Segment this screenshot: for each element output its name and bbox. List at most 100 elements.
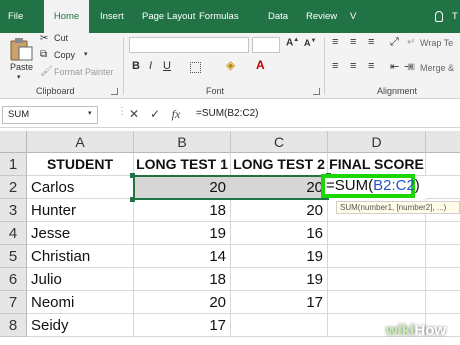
fill-color-icon[interactable]: ◈ [226, 58, 235, 72]
table-cell[interactable]: 14 [134, 245, 231, 268]
table-cell[interactable]: 19 [231, 245, 328, 268]
ribbon-home: Paste ▾ ✂ Cut ⧉ Copy ▾ 🖌 Format Painter … [0, 33, 460, 99]
table-cell[interactable] [328, 268, 426, 291]
align-center-icon[interactable]: ≡ [350, 60, 356, 72]
table-cell[interactable] [328, 245, 426, 268]
table-cell[interactable]: Julio [27, 268, 134, 291]
row-header[interactable]: 4 [0, 222, 27, 245]
tab-insert[interactable]: Insert [100, 0, 124, 33]
row-header[interactable]: 6 [0, 268, 27, 291]
table-header-cell[interactable]: STUDENT [27, 153, 134, 176]
formula-range-reference: B2:C2 [373, 177, 415, 194]
watermark-how: How [414, 322, 447, 339]
font-size-dropdown[interactable] [252, 37, 280, 53]
table-header-cell[interactable]: FINAL SCORE [328, 153, 426, 176]
row-header[interactable]: 3 [0, 199, 27, 222]
borders-icon[interactable] [190, 62, 201, 73]
table-cell[interactable]: 17 [231, 291, 328, 314]
table-cell[interactable]: Hunter [27, 199, 134, 222]
decrease-indent-icon[interactable]: ⇤ [390, 60, 399, 73]
watermark-wiki: wiki [386, 322, 415, 339]
font-name-dropdown[interactable] [129, 37, 249, 53]
table-cell[interactable]: Carlos [27, 176, 134, 199]
cancel-icon[interactable]: ✕ [125, 104, 143, 124]
column-header-b[interactable]: B [134, 131, 231, 153]
align-left-icon[interactable]: ≡ [332, 60, 338, 72]
merge-icon: ⊞ [407, 62, 416, 73]
align-middle-icon[interactable]: ≡ [350, 36, 356, 48]
paste-button[interactable]: Paste ▾ [6, 35, 36, 83]
select-all-corner[interactable] [0, 131, 27, 153]
wrap-text-icon: ↵ [407, 37, 416, 48]
tab-review[interactable]: Review [306, 0, 337, 33]
tab-view[interactable]: V [350, 0, 356, 33]
fill-handle[interactable] [130, 173, 135, 178]
table-cell[interactable]: Seidy [27, 314, 134, 337]
table-cell[interactable]: 20 [231, 199, 328, 222]
tab-data[interactable]: Data [268, 0, 288, 33]
name-box[interactable]: SUM [2, 106, 98, 124]
row-header[interactable]: 7 [0, 291, 27, 314]
table-cell[interactable] [426, 245, 460, 268]
wikihow-watermark: wikiHow [386, 322, 446, 339]
table-cell[interactable]: 17 [134, 314, 231, 337]
cut-label: Cut [54, 33, 69, 43]
dialog-launcher-icon[interactable] [313, 88, 320, 95]
enter-icon[interactable]: ✓ [146, 104, 164, 124]
italic-icon[interactable]: I [149, 60, 152, 72]
align-top-icon[interactable]: ≡ [332, 36, 339, 48]
dialog-launcher-icon[interactable] [111, 88, 118, 95]
copy-icon: ⧉ [40, 49, 48, 60]
format-painter-label: Format Painter [54, 67, 114, 77]
table-cell[interactable]: 19 [231, 268, 328, 291]
table-cell[interactable] [426, 268, 460, 291]
align-right-icon[interactable]: ≡ [368, 60, 374, 72]
bold-icon[interactable]: B [132, 60, 140, 72]
fill-handle[interactable] [130, 197, 135, 202]
column-header-d[interactable]: D [328, 131, 426, 153]
clipboard-group-label: Clipboard [36, 86, 75, 96]
chevron-down-icon[interactable]: ▾ [88, 109, 92, 117]
table-cell[interactable]: 18 [134, 268, 231, 291]
table-cell[interactable]: Christian [27, 245, 134, 268]
table-cell[interactable] [231, 314, 328, 337]
tab-tell-me[interactable]: T [452, 0, 458, 33]
insert-function-icon[interactable]: fx [167, 104, 185, 124]
table-cell[interactable]: 19 [134, 222, 231, 245]
column-header-e[interactable] [426, 131, 460, 153]
row-header[interactable]: 8 [0, 314, 27, 337]
column-header-a[interactable]: A [27, 131, 134, 153]
table-cell[interactable]: 16 [231, 222, 328, 245]
lightbulb-icon[interactable] [435, 11, 443, 22]
function-tooltip: SUM(number1, [number2], ...) [336, 201, 460, 214]
tab-file[interactable]: File [8, 0, 23, 33]
table-cell[interactable]: Jesse [27, 222, 134, 245]
row-header[interactable]: 1 [0, 153, 27, 176]
row-header[interactable]: 5 [0, 245, 27, 268]
table-header-cell[interactable]: LONG TEST 1 [134, 153, 231, 176]
table-cell[interactable]: Neomi [27, 291, 134, 314]
table-cell[interactable]: 20 [134, 291, 231, 314]
align-bottom-icon[interactable]: ≡ [368, 36, 374, 48]
increase-font-size-icon[interactable]: A▲ [286, 37, 299, 48]
underline-icon[interactable]: U [163, 60, 171, 72]
tab-home[interactable]: Home [44, 0, 89, 33]
table-cell[interactable] [328, 222, 426, 245]
column-header-c[interactable]: C [231, 131, 328, 153]
table-cell[interactable] [328, 291, 426, 314]
table-cell[interactable] [426, 222, 460, 245]
active-cell-editor[interactable]: =SUM(B2:C2) [321, 174, 420, 198]
table-cell[interactable] [426, 176, 460, 199]
table-cell[interactable] [426, 291, 460, 314]
formula-input[interactable]: =SUM(B2:C2) [196, 106, 259, 122]
orientation-icon[interactable]: ⤢ [390, 36, 399, 49]
decrease-font-size-icon[interactable]: A▼ [304, 38, 316, 48]
row-header[interactable]: 2 [0, 176, 27, 199]
tab-formulas[interactable]: Formulas [199, 0, 239, 33]
tab-page-layout[interactable]: Page Layout [142, 0, 195, 33]
table-cell[interactable]: 18 [134, 199, 231, 222]
table-header-cell[interactable]: LONG TEST 2 [231, 153, 328, 176]
table-cell[interactable] [426, 153, 460, 176]
font-color-icon[interactable]: A [256, 58, 265, 72]
paste-icon [10, 38, 33, 61]
